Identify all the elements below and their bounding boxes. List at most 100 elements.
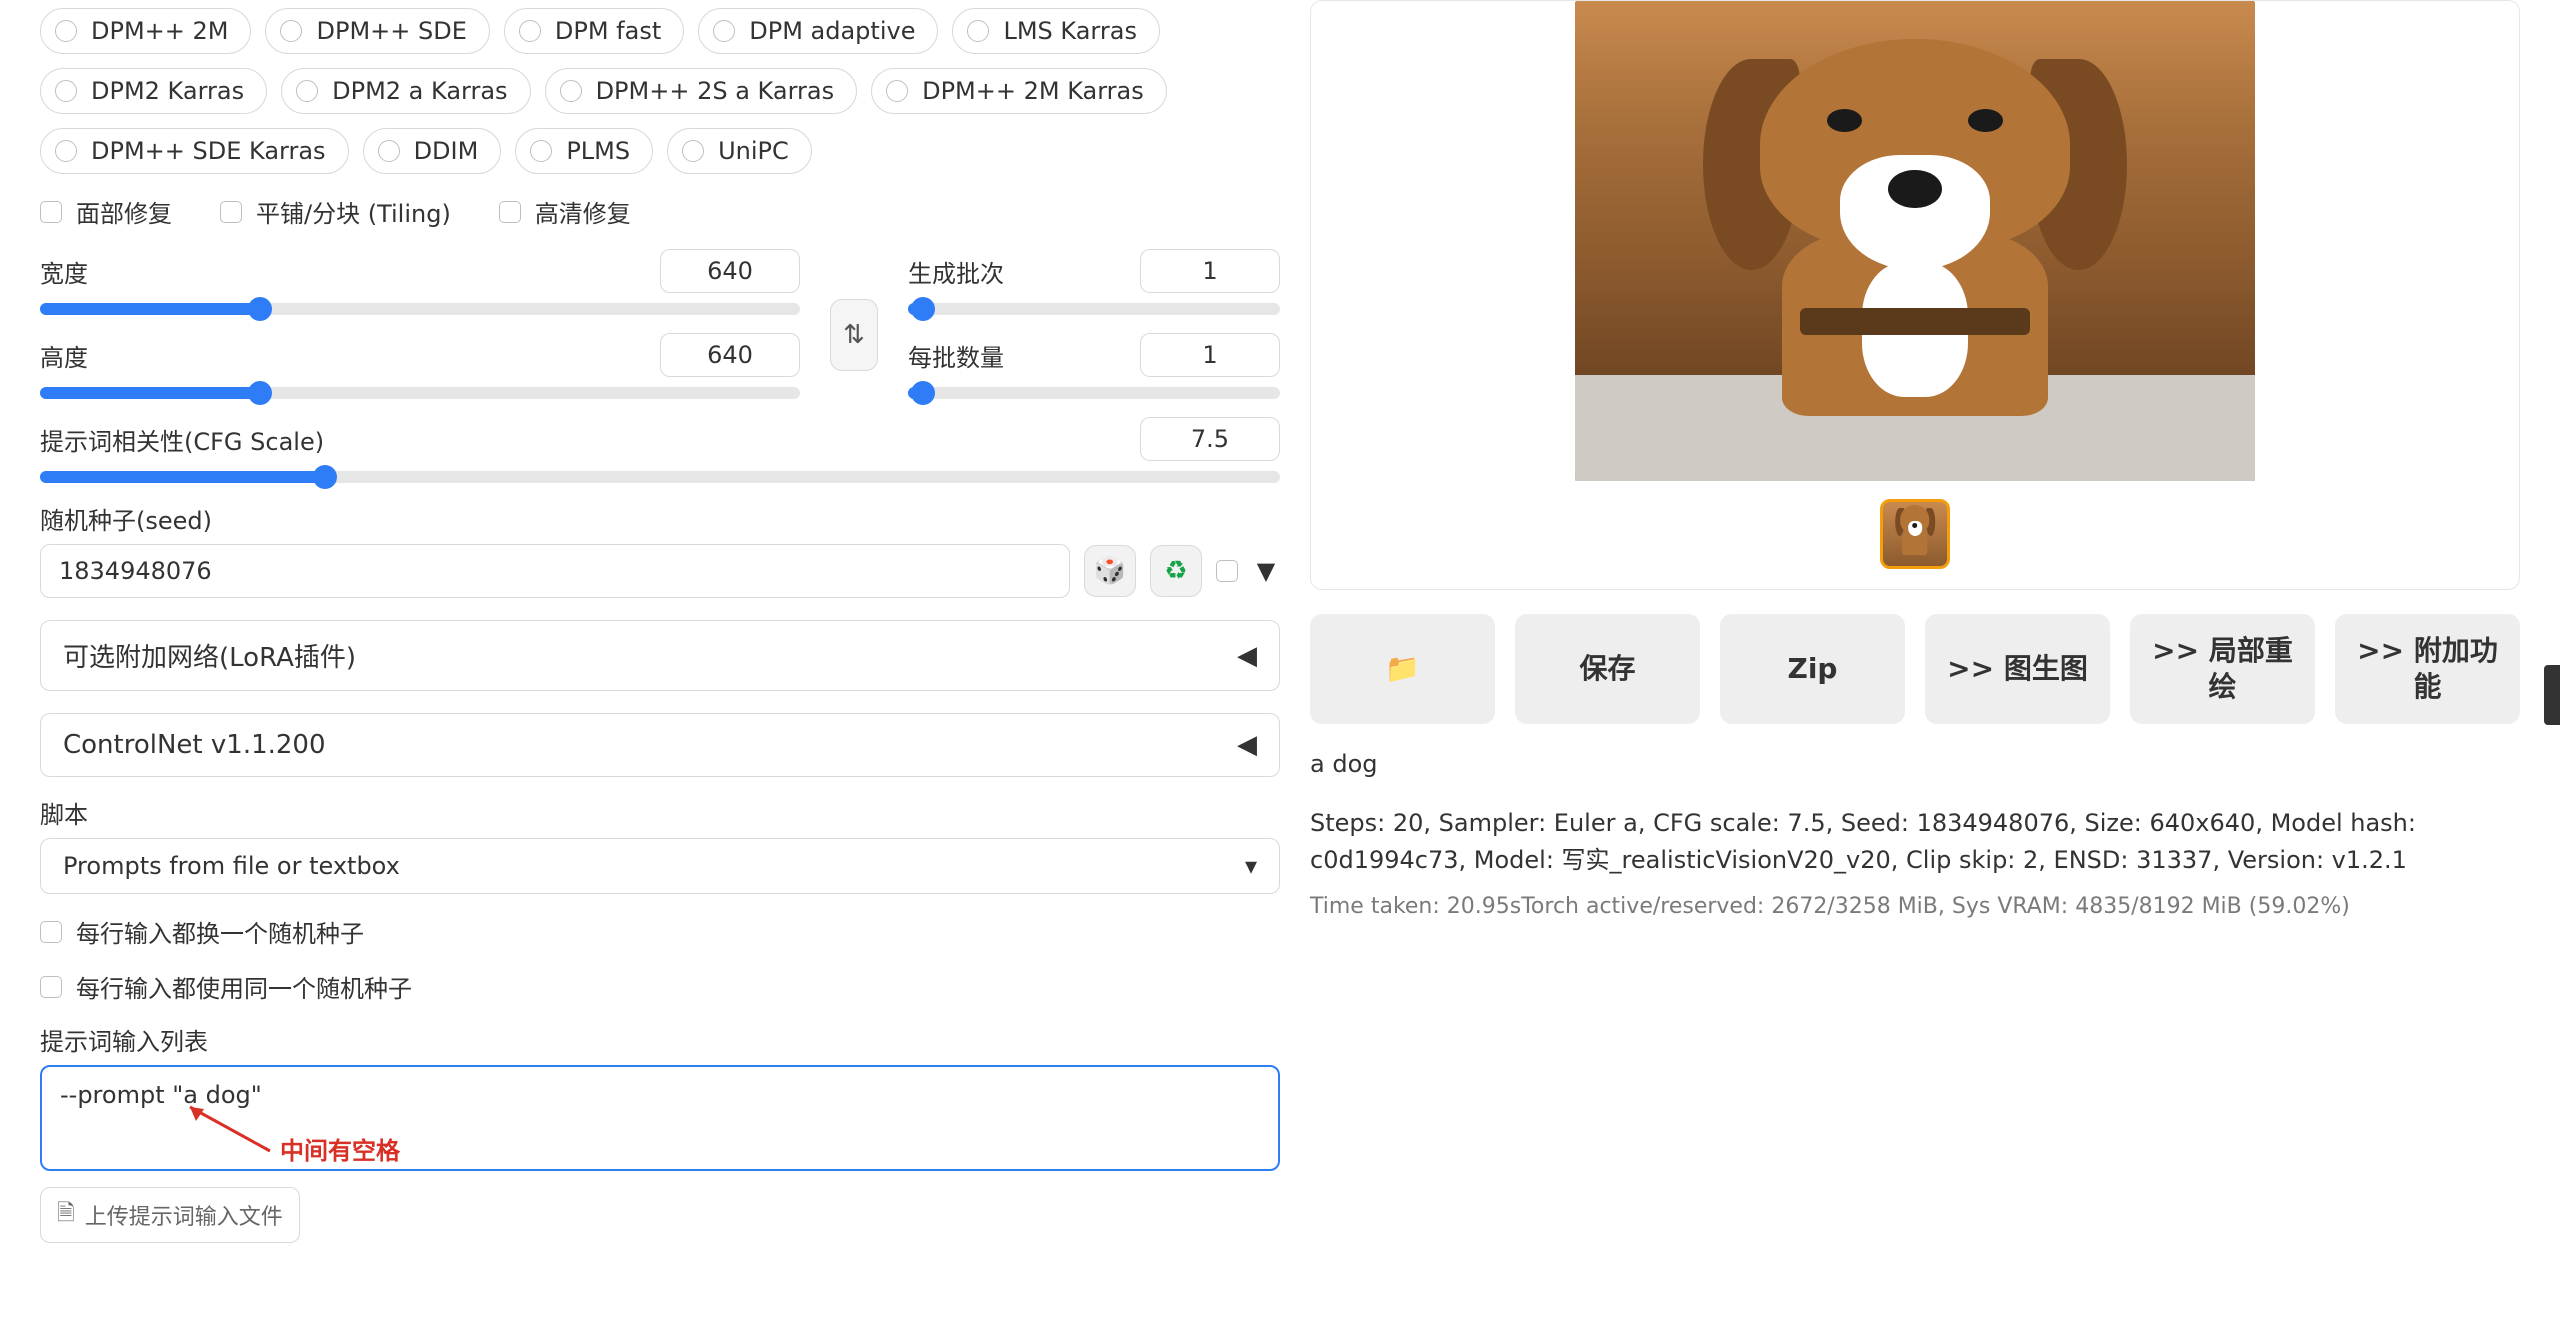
postprocess-checks: 面部修复 平铺/分块 (Tiling) 高清修复 (40, 194, 1280, 229)
file-icon: 🗎 (57, 1196, 75, 1234)
radio-icon (530, 140, 552, 162)
batch-size-label: 每批数量 (908, 338, 1004, 373)
prompt-list-label: 提示词输入列表 (40, 1022, 1280, 1057)
output-image[interactable] (1575, 1, 2255, 481)
same-seed-label: 每行输入都使用同一个随机种子 (76, 969, 412, 1004)
radio-icon (886, 80, 908, 102)
random-seed-button[interactable]: 🎲 (1084, 545, 1136, 597)
sampler-label: DPM fast (555, 17, 661, 45)
checkbox-icon (499, 201, 521, 223)
sampler-radio[interactable]: DPM++ SDE (265, 8, 489, 54)
checkbox-icon (40, 921, 62, 943)
tiling-label: 平铺/分块 (Tiling) (256, 194, 451, 229)
result-params: Steps: 20, Sampler: Euler a, CFG scale: … (1310, 805, 2520, 879)
sampler-label: PLMS (566, 137, 630, 165)
batch-size-slider[interactable] (908, 387, 1280, 399)
sampler-radio[interactable]: DPM adaptive (698, 8, 938, 54)
hires-label: 高清修复 (535, 194, 631, 229)
triangle-left-icon: ◀ (1237, 641, 1257, 671)
sampler-radio[interactable]: DPM2 a Karras (281, 68, 530, 114)
tiling-check[interactable]: 平铺/分块 (Tiling) (220, 194, 451, 229)
sampler-radio[interactable]: DPM++ SDE Karras (40, 128, 349, 174)
same-seed-check[interactable]: 每行输入都使用同一个随机种子 (40, 969, 1280, 1004)
sampler-label: DPM2 Karras (91, 77, 244, 105)
open-folder-button[interactable]: 📁 (1310, 614, 1495, 724)
width-input[interactable] (660, 249, 800, 293)
radio-icon (296, 80, 318, 102)
radio-icon (713, 20, 735, 42)
triangle-left-icon: ◀ (1237, 730, 1257, 760)
extra-seed-check[interactable] (1216, 560, 1238, 582)
lora-label: 可选附加网络(LoRA插件) (63, 637, 356, 674)
script-select[interactable]: Prompts from file or textbox ▾ (40, 838, 1280, 894)
upload-prompts-button[interactable]: 🗎 上传提示词输入文件 (40, 1187, 300, 1243)
radio-icon (682, 140, 704, 162)
sampler-radio[interactable]: DPM++ 2M (40, 8, 251, 54)
sampler-radio[interactable]: DPM++ 2M Karras (871, 68, 1167, 114)
controlnet-accordion[interactable]: ControlNet v1.1.200 ◀ (40, 713, 1280, 777)
batch-size-block: 每批数量 (908, 333, 1280, 399)
hires-check[interactable]: 高清修复 (499, 194, 631, 229)
cfg-input[interactable] (1140, 417, 1280, 461)
radio-icon (55, 20, 77, 42)
result-prompt: a dog (1310, 746, 2520, 783)
output-gallery (1310, 0, 2520, 590)
controlnet-label: ControlNet v1.1.200 (63, 730, 326, 760)
checkbox-icon (40, 976, 62, 998)
caret-down-icon: ▾ (1245, 852, 1257, 880)
action-button-row: 📁 保存 Zip >> 图生图 >> 局部重绘 >> 附加功能 (1310, 614, 2520, 724)
sampler-radio[interactable]: PLMS (515, 128, 653, 174)
radio-icon (560, 80, 582, 102)
sampler-label: DPM++ 2M (91, 17, 228, 45)
checkbox-icon (40, 201, 62, 223)
lora-accordion[interactable]: 可选附加网络(LoRA插件) ◀ (40, 620, 1280, 691)
script-label: 脚本 (40, 795, 1280, 830)
seed-extra-toggle[interactable]: ▼ (1252, 557, 1280, 585)
sampler-radio[interactable]: DDIM (363, 128, 502, 174)
iterate-seed-label: 每行输入都换一个随机种子 (76, 914, 364, 949)
sampler-radio[interactable]: DPM fast (504, 8, 684, 54)
face-restore-check[interactable]: 面部修复 (40, 194, 172, 229)
height-label: 高度 (40, 338, 88, 373)
batch-count-block: 生成批次 (908, 249, 1280, 315)
upload-prompts-label: 上传提示词输入文件 (85, 1199, 283, 1231)
batch-count-slider[interactable] (908, 303, 1280, 315)
sampler-label: UniPC (718, 137, 789, 165)
side-drawer-handle[interactable] (2544, 665, 2560, 725)
seed-input[interactable] (40, 544, 1070, 598)
sampler-radio[interactable]: UniPC (667, 128, 812, 174)
sampler-label: DPM++ 2S a Karras (596, 77, 835, 105)
sampler-radio[interactable]: DPM++ 2S a Karras (545, 68, 858, 114)
annotation-text: 中间有空格 (280, 1131, 400, 1166)
width-slider[interactable] (40, 303, 800, 315)
send-inpaint-button[interactable]: >> 局部重绘 (2130, 614, 2315, 724)
cfg-label: 提示词相关性(CFG Scale) (40, 422, 324, 457)
zip-button[interactable]: Zip (1720, 614, 1905, 724)
iterate-seed-check[interactable]: 每行输入都换一个随机种子 (40, 914, 1280, 949)
send-img2img-button[interactable]: >> 图生图 (1925, 614, 2110, 724)
swap-dims-button[interactable]: ⇅ (830, 299, 878, 371)
sampler-radio[interactable]: LMS Karras (952, 8, 1160, 54)
width-block: 宽度 (40, 249, 800, 315)
checkbox-icon (1216, 560, 1238, 582)
sampler-label: DPM2 a Karras (332, 77, 507, 105)
seed-label: 随机种子(seed) (40, 501, 1280, 536)
save-button[interactable]: 保存 (1515, 614, 1700, 724)
radio-icon (519, 20, 541, 42)
height-slider[interactable] (40, 387, 800, 399)
output-thumbnail[interactable] (1880, 499, 1950, 569)
sampler-label: LMS Karras (1003, 17, 1137, 45)
send-extras-button[interactable]: >> 附加功能 (2335, 614, 2520, 724)
cfg-slider[interactable] (40, 471, 1280, 483)
batch-size-input[interactable] (1140, 333, 1280, 377)
radio-icon (55, 80, 77, 102)
batch-count-input[interactable] (1140, 249, 1280, 293)
reuse-seed-button[interactable]: ♻ (1150, 545, 1202, 597)
batch-count-label: 生成批次 (908, 254, 1004, 289)
height-input[interactable] (660, 333, 800, 377)
sampler-radio[interactable]: DPM2 Karras (40, 68, 267, 114)
radio-icon (967, 20, 989, 42)
triangle-down-icon: ▼ (1257, 557, 1275, 585)
recycle-icon: ♻ (1164, 556, 1187, 586)
sampler-label: DPM adaptive (749, 17, 915, 45)
